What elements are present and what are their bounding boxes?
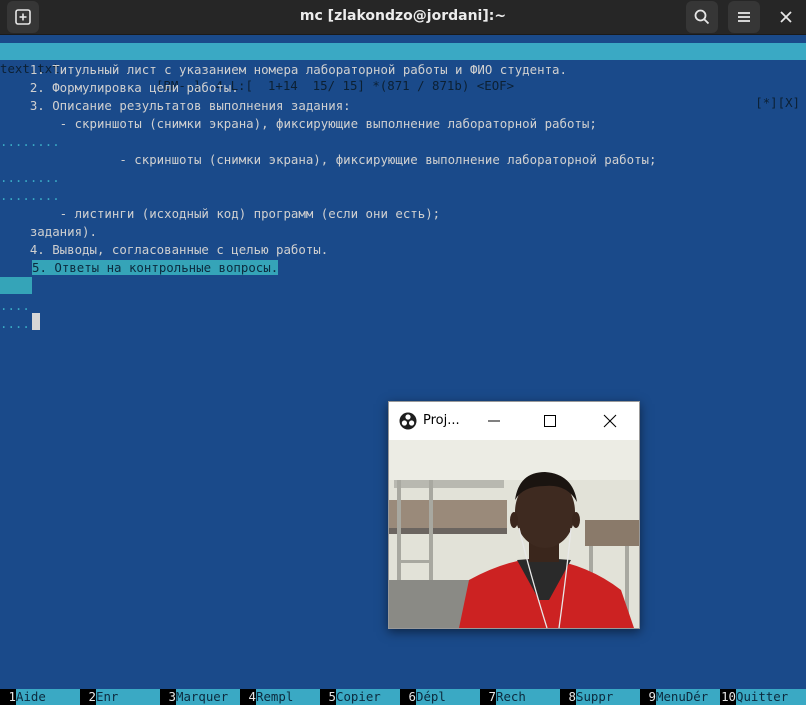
webcam-image: [389, 440, 639, 628]
maximize-icon: [544, 415, 556, 427]
editor-line: ........: [0, 170, 60, 185]
editor-line: задания).: [0, 224, 97, 239]
fkey-8[interactable]: 8Suppr: [560, 689, 640, 705]
editor-line: 3. Описание результатов выполнения задан…: [0, 98, 351, 113]
projector-titlebar[interactable]: Proj...: [389, 402, 639, 440]
search-icon: [694, 9, 710, 25]
window-close-button[interactable]: [770, 1, 802, 33]
projector-title: Proj...: [423, 413, 460, 428]
editor-line: ....: [0, 298, 30, 313]
terminal-titlebar: mc [zlakondzo@jordani]:~: [0, 0, 806, 35]
minimize-icon: [488, 420, 500, 422]
editor-line: 1. Титульный лист с указанием номера лаб…: [0, 62, 567, 77]
fkey-9[interactable]: 9MenuDér: [640, 689, 720, 705]
fkey-6[interactable]: 6Dépl: [400, 689, 480, 705]
projector-minimize-button[interactable]: [479, 406, 509, 436]
projector-close-button[interactable]: [595, 406, 625, 436]
editor-status-line: text.txt [BM--] 4 L:[ 1+14 15/ 15] *(871…: [0, 43, 806, 110]
fkey-7[interactable]: 7Rech: [480, 689, 560, 705]
editor-line-selected: 5. Ответы на контрольные вопросы.: [32, 259, 279, 276]
editor-line: - листинги (исходный код) программ (если…: [0, 206, 441, 221]
fkey-4[interactable]: 4Rempl: [240, 689, 320, 705]
menu-button[interactable]: [728, 1, 760, 33]
projector-maximize-button[interactable]: [535, 406, 565, 436]
selected-text: 5. Ответы на контрольные вопросы.: [32, 260, 279, 275]
editor-line: ........: [0, 134, 60, 149]
editor-line: - скриншоты (снимки экрана), фиксирующие…: [0, 116, 597, 131]
webcam-preview: [389, 440, 639, 628]
fkey-2[interactable]: 2Enr: [80, 689, 160, 705]
projector-window[interactable]: Proj...: [388, 401, 640, 629]
obs-icon: [399, 412, 417, 430]
editor-line: 4. Выводы, согласованные с целью работы.: [0, 242, 329, 257]
selection-block: [0, 277, 32, 294]
fkey-3[interactable]: 3Marquer: [160, 689, 240, 705]
hamburger-menu-icon: [738, 12, 750, 22]
editor-line: ....: [0, 316, 30, 331]
function-key-bar: 1Aide 2Enr 3Marquer 4Rempl 5Copier 6Dépl…: [0, 689, 806, 705]
editor-line: - скриншоты (снимки экрана), фиксирующие…: [0, 152, 657, 167]
text-cursor: [32, 313, 40, 330]
close-icon: [780, 11, 792, 23]
editor-line: ........: [0, 188, 60, 203]
fkey-5[interactable]: 5Copier: [320, 689, 400, 705]
close-icon: [603, 414, 617, 428]
fkey-10[interactable]: 10Quitter: [720, 689, 806, 705]
fkey-1[interactable]: 1Aide: [0, 689, 80, 705]
editor-line: 2. Формулировка цели работы.: [0, 80, 239, 95]
search-button[interactable]: [686, 1, 718, 33]
